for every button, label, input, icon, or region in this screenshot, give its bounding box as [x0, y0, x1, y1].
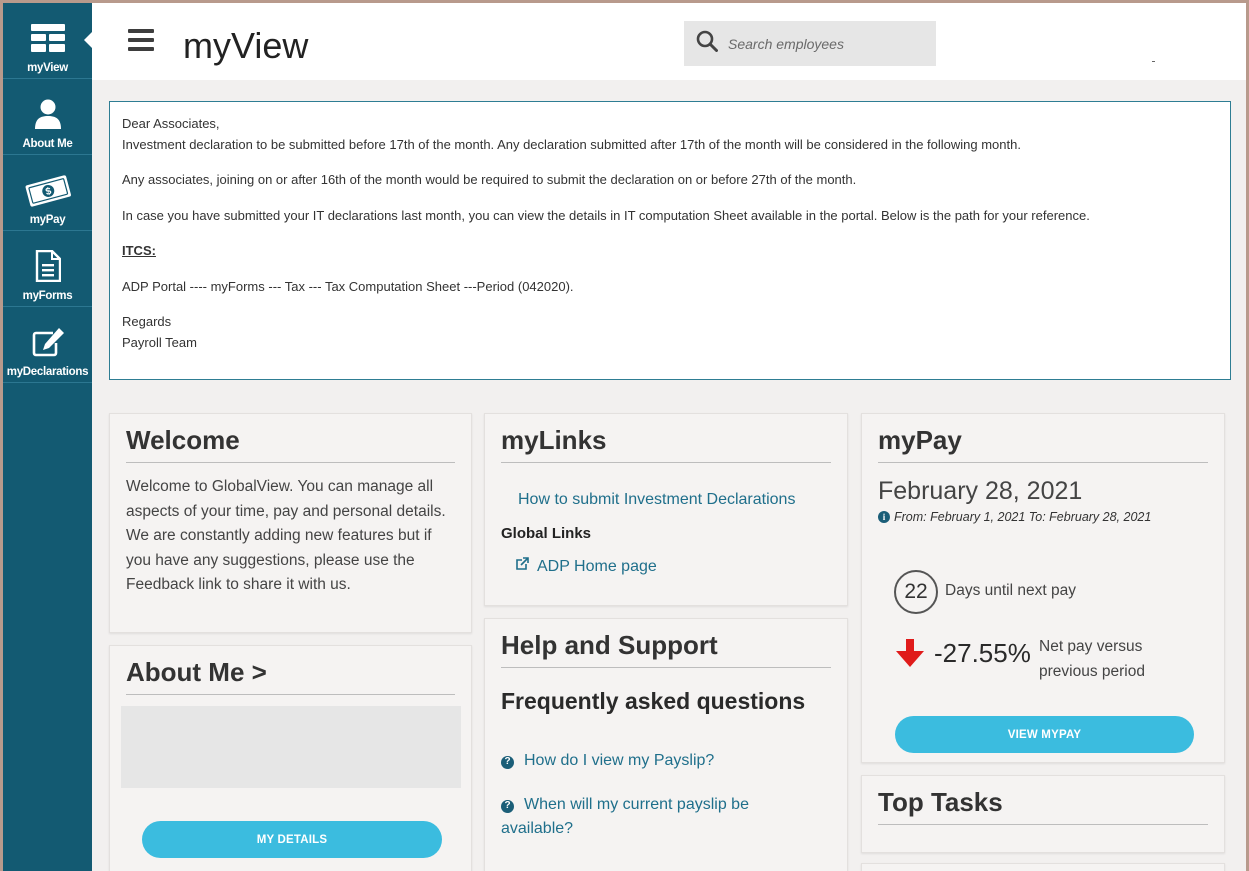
dashboard-icon	[30, 18, 65, 58]
card-title: myLinks	[501, 414, 831, 463]
notice-line: Investment declaration to be submitted b…	[122, 136, 1021, 152]
investment-declarations-link[interactable]: How to submit Investment Declarations	[518, 491, 795, 508]
announcement-box: Dear Associates, Investment declaration …	[109, 101, 1231, 380]
welcome-paragraph: We are constantly adding new features bu…	[126, 527, 432, 593]
notice-path: ADP Portal ---- myForms --- Tax --- Tax …	[122, 278, 574, 294]
sidebar-item-label: myDeclarations	[6, 366, 89, 378]
change-label-line: Net pay versus	[1039, 638, 1143, 655]
notice-regards: Regards	[122, 314, 172, 329]
mypay-card: myPay February 28, 2021 i From: February…	[861, 413, 1225, 763]
info-icon: i	[878, 511, 890, 523]
sidebar: myView About Me $ myPay myForms myDeclar…	[3, 3, 93, 871]
sidebar-item-mydeclarations[interactable]: myDeclarations	[3, 307, 92, 383]
notice-line: In case you have submitted your IT decla…	[122, 207, 1090, 223]
faq-link[interactable]: When will my current payslip be availabl…	[501, 796, 749, 837]
sidebar-item-label: myForms	[22, 290, 73, 302]
sidebar-item-about-me[interactable]: About Me	[3, 79, 92, 155]
about-me-link[interactable]: About Me >	[126, 646, 455, 695]
top-header: myView	[92, 3, 1246, 80]
change-label: Net pay versus previous period	[1039, 635, 1145, 684]
question-icon: ?	[501, 755, 514, 769]
sidebar-item-label: myView	[27, 62, 68, 74]
faq-item[interactable]: ? How do I view my Payslip?	[501, 749, 831, 773]
sidebar-item-label: myPay	[29, 214, 66, 226]
net-pay-change: -27.55%	[934, 638, 1031, 668]
days-label: Days until next pay	[945, 582, 1076, 599]
global-links-heading: Global Links	[501, 525, 592, 542]
app-frame: myView About Me $ myPay myForms myDeclar…	[3, 3, 1246, 871]
sidebar-item-mypay[interactable]: $ myPay	[3, 155, 92, 231]
document-icon	[35, 246, 61, 286]
page-title: myView	[183, 25, 309, 66]
money-icon: $	[23, 170, 73, 210]
faq-link[interactable]: How do I view my Payslip?	[524, 752, 714, 769]
card-title: Help and Support	[501, 619, 831, 668]
help-support-card: Help and Support Frequently asked questi…	[484, 618, 848, 871]
sidebar-item-myview[interactable]: myView	[3, 3, 93, 79]
edit-icon	[31, 322, 65, 362]
notice-greeting: Dear Associates,	[122, 116, 220, 131]
view-mypay-button[interactable]: VIEW MYPAY	[895, 716, 1194, 753]
next-card	[861, 863, 1225, 871]
welcome-card: Welcome Welcome to GlobalView. You can m…	[109, 413, 472, 633]
down-arrow-icon	[895, 638, 925, 673]
welcome-paragraph: Welcome to GlobalView. You can manage al…	[126, 478, 446, 520]
search-icon[interactable]	[696, 30, 718, 57]
menu-icon[interactable]	[128, 29, 154, 51]
card-title: myPay	[878, 414, 1208, 463]
about-me-card: About Me > MY DETAILS	[109, 645, 472, 871]
search-box[interactable]	[684, 21, 936, 66]
sidebar-item-label: About Me	[22, 138, 73, 150]
change-label-line: previous period	[1039, 662, 1145, 680]
adp-home-link[interactable]: ADP Home page	[537, 558, 657, 576]
user-icon	[34, 94, 62, 134]
days-counter: 22	[894, 570, 938, 614]
sidebar-item-myforms[interactable]: myForms	[3, 231, 92, 307]
my-details-button[interactable]: MY DETAILS	[142, 821, 442, 858]
pay-period: From: February 1, 2021 To: February 28, …	[894, 510, 1152, 524]
mylinks-card: myLinks How to submit Investment Declara…	[484, 413, 848, 606]
faq-heading: Frequently asked questions	[501, 688, 806, 714]
welcome-text: Welcome to GlobalView. You can manage al…	[126, 475, 455, 598]
search-input[interactable]	[728, 35, 918, 52]
card-title: Top Tasks	[878, 776, 1208, 825]
header-divider	[1152, 61, 1155, 62]
external-link-icon	[515, 557, 529, 576]
card-title: Welcome	[126, 414, 455, 463]
notice-signature: Payroll Team	[122, 334, 197, 350]
top-tasks-card: Top Tasks	[861, 775, 1225, 853]
profile-placeholder	[121, 706, 461, 788]
pay-date: February 28, 2021	[878, 477, 1083, 505]
notice-heading: ITCS:	[122, 243, 156, 258]
notice-line: Any associates, joining on or after 16th…	[122, 172, 857, 187]
question-icon: ?	[501, 799, 514, 813]
faq-item[interactable]: ? When will my current payslip be availab…	[501, 793, 801, 841]
